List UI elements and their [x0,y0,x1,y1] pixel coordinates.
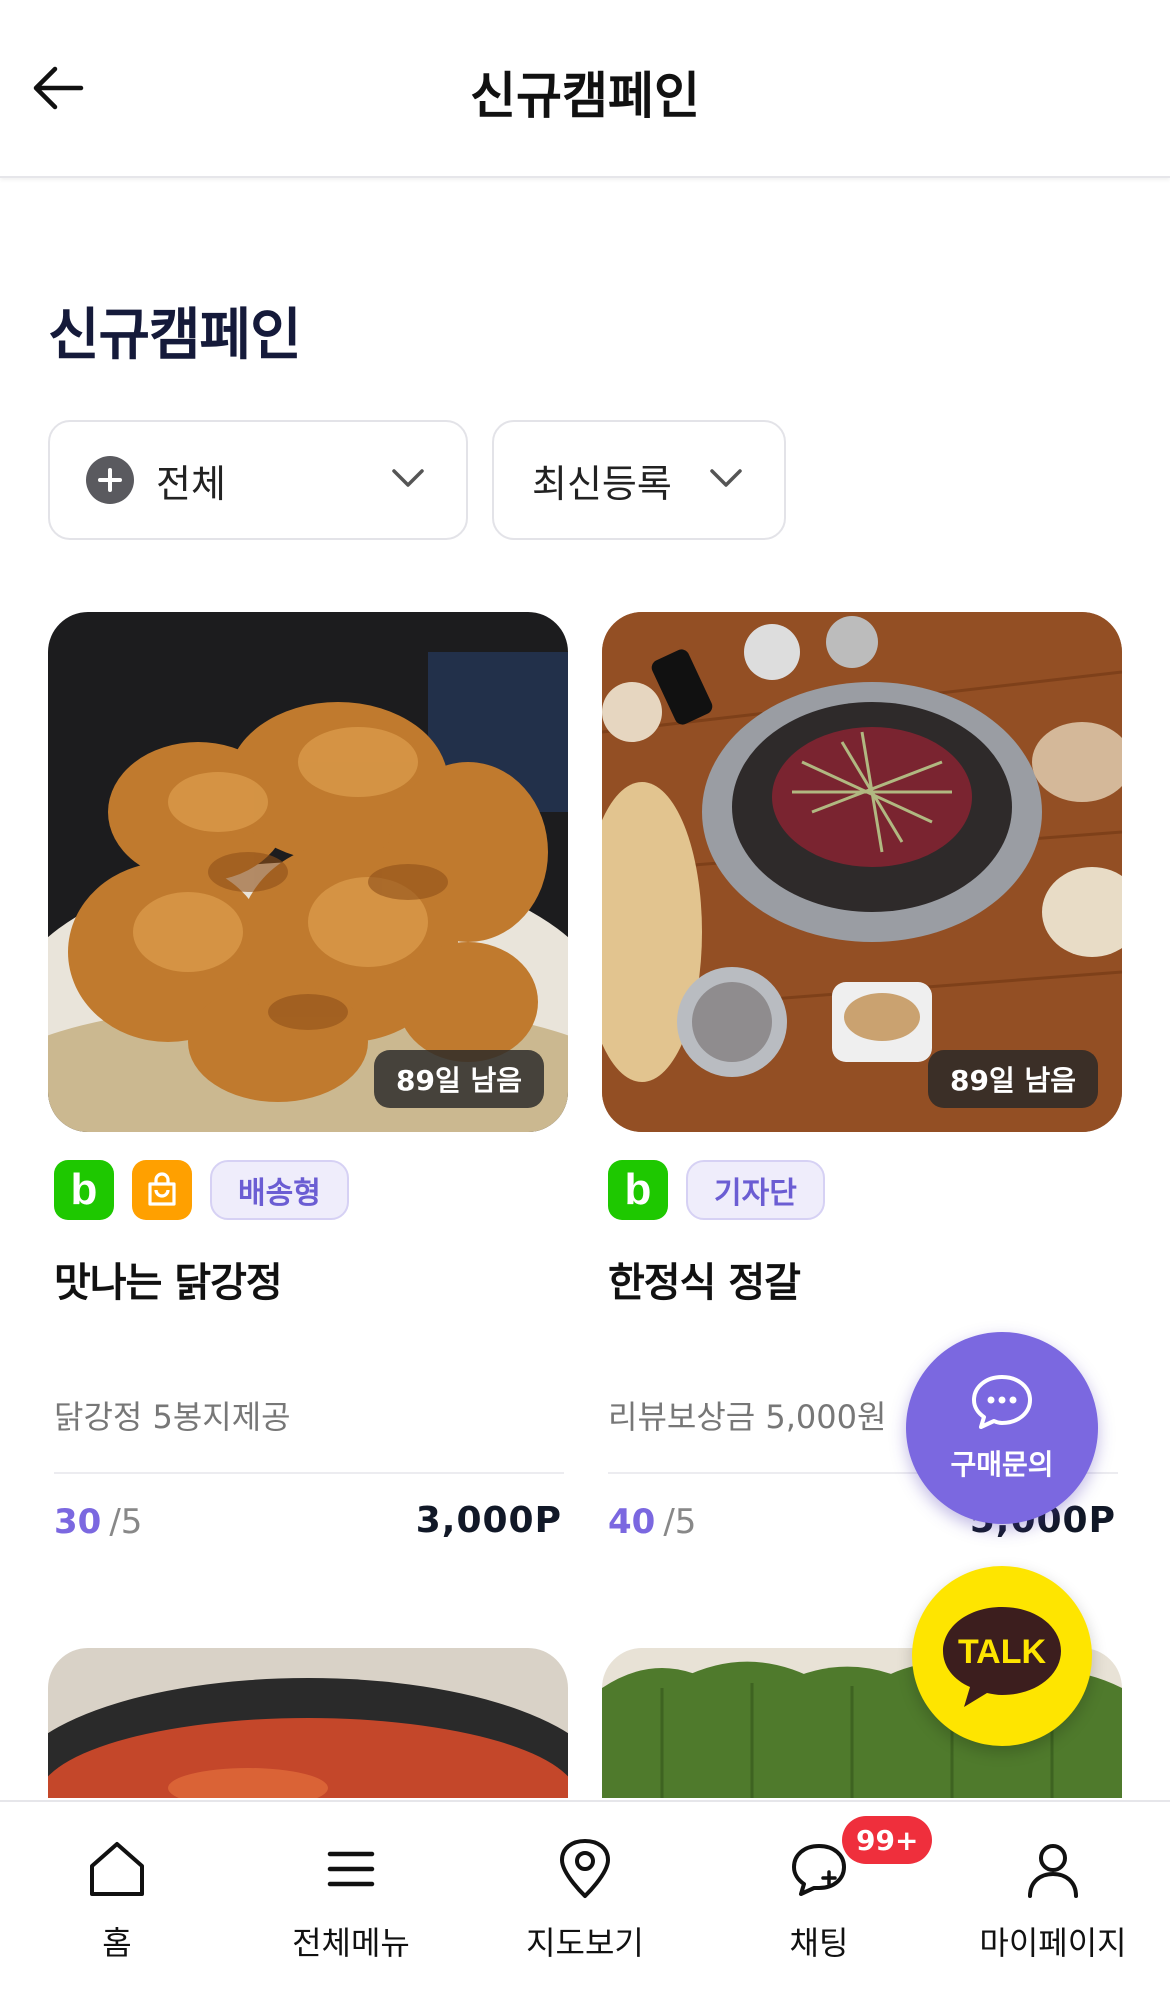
applicant-count-total: /5 [663,1502,697,1542]
nav-label: 마이페이지 [979,1924,1127,1962]
chevron-down-icon [710,469,742,487]
chat-unread-badge: 99+ [842,1816,933,1864]
sort-filter-dropdown[interactable]: 최신등록 [492,420,786,540]
sort-filter-label: 최신등록 [532,461,672,506]
kakao-talk-icon: TALK [943,1607,1061,1707]
chat-icon [792,1844,846,1896]
nav-item-chat[interactable]: 99+ 채팅 [702,1802,936,1992]
menu-icon [327,1851,375,1887]
nav-item-home[interactable]: 홈 [0,1802,234,1992]
user-icon [1028,1844,1078,1898]
plus-circle-icon [86,456,134,504]
naver-blog-icon: b [54,1160,114,1220]
section-title: 신규캠페인 [48,303,302,368]
campaign-description: 닭강정 5봉지제공 [54,1398,291,1436]
applicant-count-total: /5 [109,1502,143,1542]
purchase-inquiry-label: 구매문의 [950,1448,1054,1481]
campaign-reward-points: 3,000P [415,1500,562,1541]
campaign-image-stew[interactable] [48,1648,568,1798]
campaign-description: 리뷰보상금 5,000원 [608,1398,887,1436]
kakao-talk-label: TALK [958,1633,1047,1671]
days-left-badge: 89일 남음 [374,1050,544,1108]
card-tags: b 기자단 [608,1160,825,1220]
campaign-type-tag: 기자단 [686,1160,825,1220]
nav-label: 홈 [102,1924,132,1962]
category-filter-dropdown[interactable]: 전체 [48,420,468,540]
campaign-title[interactable]: 맛나는 닭강정 [54,1250,283,1308]
days-left-badge: 89일 남음 [928,1050,1098,1108]
category-filter-label: 전체 [156,461,226,506]
app-header: 신규캠페인 [0,0,1170,178]
nav-item-map[interactable]: 지도보기 [468,1802,702,1992]
nav-item-mypage[interactable]: 마이페이지 [936,1802,1170,1992]
chevron-down-icon [392,469,424,487]
nav-label: 지도보기 [526,1924,644,1962]
nav-label: 채팅 [789,1924,849,1962]
applicant-count-current: 40 [608,1502,656,1542]
nav-item-all-menu[interactable]: 전체메뉴 [234,1802,468,1992]
map-pin-icon [560,1839,610,1898]
shopping-bag-icon [132,1160,192,1220]
campaign-type-tag: 배송형 [210,1160,349,1220]
page-title: 신규캠페인 [470,67,700,125]
purchase-inquiry-button[interactable]: 구매문의 [906,1332,1098,1524]
applicant-count: 40/5 [608,1502,696,1542]
card-tags: b 배송형 [54,1160,349,1220]
campaign-title[interactable]: 한정식 정갈 [608,1250,801,1308]
applicant-count-current: 30 [54,1502,102,1542]
home-icon [90,1842,144,1896]
kakao-talk-button[interactable]: TALK [912,1566,1092,1746]
bottom-navigation: 홈 전체메뉴 지도보기 99+ 채팅 마이페이지 [0,1800,1170,1992]
applicant-count: 30/5 [54,1502,142,1542]
campaign-image-fried-chicken[interactable]: 89일 남음 [48,612,568,1132]
nav-label: 전체메뉴 [292,1924,410,1962]
naver-blog-icon: b [608,1160,668,1220]
campaign-image-korean-table[interactable]: 89일 남음 [602,612,1122,1132]
divider [54,1472,564,1474]
chat-bubble-icon [972,1375,1032,1429]
